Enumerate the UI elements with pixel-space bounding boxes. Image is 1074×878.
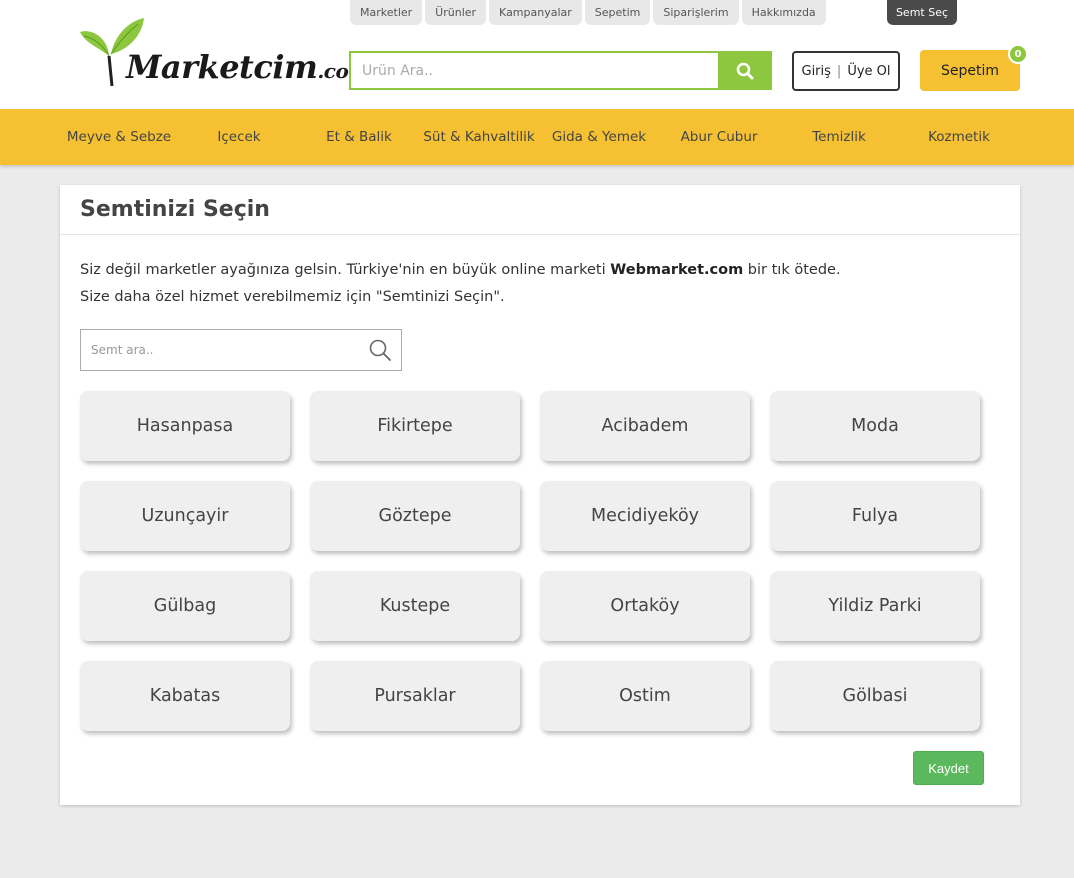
topnav-hakkimizda[interactable]: Hakkımızda bbox=[741, 0, 826, 25]
district-button-fikirtepe[interactable]: Fikirtepe bbox=[310, 391, 520, 461]
category-abur-cubur[interactable]: Abur Cubur bbox=[659, 109, 779, 165]
site-logo[interactable]: Marketcim.com bbox=[78, 8, 369, 92]
district-button-golbasi[interactable]: Gölbasi bbox=[770, 661, 980, 731]
district-button-kabatas[interactable]: Kabatas bbox=[80, 661, 290, 731]
search-icon[interactable] bbox=[368, 338, 392, 362]
save-button[interactable]: Kaydet bbox=[913, 751, 984, 785]
category-gida-yemek[interactable]: Gida & Yemek bbox=[539, 109, 659, 165]
topnav-kampanyalar[interactable]: Kampanyalar bbox=[489, 0, 582, 25]
product-search-button[interactable] bbox=[718, 51, 772, 90]
intro-line-2: Size daha özel hizmet verebilmemiz için … bbox=[80, 289, 505, 305]
district-button-hasanpasa[interactable]: Hasanpasa bbox=[80, 391, 290, 461]
district-button-pursaklar[interactable]: Pursaklar bbox=[310, 661, 520, 731]
site-header: Marketcim.com Marketler Ürünler Kampanya… bbox=[0, 0, 1074, 109]
topnav-siparislerim[interactable]: Siparişlerim bbox=[653, 0, 739, 25]
cart-count-badge: 0 bbox=[1008, 44, 1028, 64]
district-button-kustepe[interactable]: Kustepe bbox=[310, 571, 520, 641]
district-button-moda[interactable]: Moda bbox=[770, 391, 980, 461]
category-temizlik[interactable]: Temizlik bbox=[779, 109, 899, 165]
district-button-mecidiyekoy[interactable]: Mecidiyeköy bbox=[540, 481, 750, 551]
district-button-gulbag[interactable]: Gülbag bbox=[80, 571, 290, 641]
cart-button[interactable]: Sepetim bbox=[920, 50, 1020, 91]
register-link[interactable]: Üye Ol bbox=[847, 64, 890, 79]
divider bbox=[60, 234, 1020, 235]
district-button-goztepe[interactable]: Göztepe bbox=[310, 481, 520, 551]
district-button-uzuncayir[interactable]: Uzunçayir bbox=[80, 481, 290, 551]
district-button-yildiz-parki[interactable]: Yildiz Parki bbox=[770, 571, 980, 641]
topnav-marketler[interactable]: Marketler bbox=[350, 0, 423, 25]
login-register-button: Giriş | Üye Ol bbox=[792, 51, 900, 91]
semt-sec-button[interactable]: Semt Seç bbox=[887, 0, 957, 25]
district-search-input[interactable] bbox=[80, 329, 402, 371]
intro-text: Siz değil marketler ayağınıza gelsin. Tü… bbox=[80, 257, 841, 311]
login-link[interactable]: Giriş bbox=[802, 64, 831, 79]
logo-wordmark: Marketcim.com bbox=[126, 48, 369, 86]
auth-separator: | bbox=[836, 63, 842, 79]
topnav-sepetim[interactable]: Sepetim bbox=[584, 0, 651, 25]
district-button-ostim[interactable]: Ostim bbox=[540, 661, 750, 731]
district-select-panel: Semtinizi Seçin Siz değil marketler ayağ… bbox=[60, 185, 1020, 805]
intro-brand: Webmarket.com bbox=[610, 262, 744, 278]
category-icecek[interactable]: Içecek bbox=[179, 109, 299, 165]
topnav-urunler[interactable]: Ürünler bbox=[425, 0, 487, 25]
intro-line-1: Siz değil marketler ayağınıza gelsin. Tü… bbox=[80, 262, 841, 278]
search-icon bbox=[736, 62, 754, 79]
category-kozmetik[interactable]: Kozmetik bbox=[899, 109, 1019, 165]
district-button-fulya[interactable]: Fulya bbox=[770, 481, 980, 551]
category-sut-kahvaltilik[interactable]: Süt & Kahvaltilik bbox=[419, 109, 539, 165]
district-button-acibadem[interactable]: Acibadem bbox=[540, 391, 750, 461]
panel-title: Semtinizi Seçin bbox=[80, 197, 270, 222]
top-nav: Marketler Ürünler Kampanyalar Sepetim Si… bbox=[350, 0, 826, 25]
product-search-input[interactable] bbox=[349, 51, 719, 90]
category-bar: Meyve & Sebze Içecek Et & Balik Süt & Ka… bbox=[0, 109, 1074, 165]
category-et-balik[interactable]: Et & Balik bbox=[299, 109, 419, 165]
category-meyve-sebze[interactable]: Meyve & Sebze bbox=[59, 109, 179, 165]
district-button-ortakoy[interactable]: Ortaköy bbox=[540, 571, 750, 641]
